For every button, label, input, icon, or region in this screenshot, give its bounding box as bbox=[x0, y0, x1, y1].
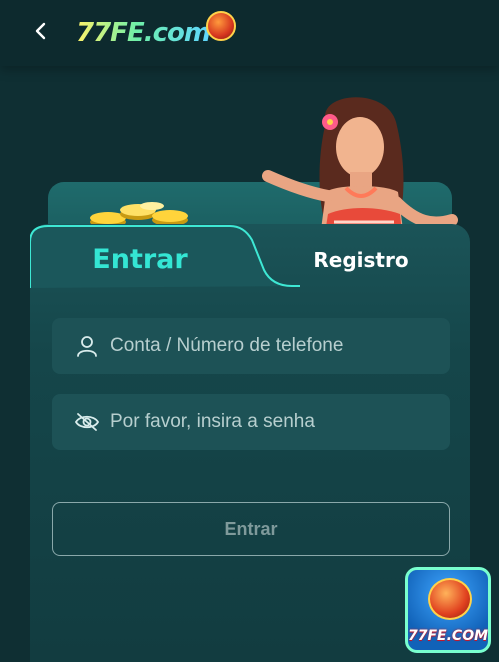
badge-mascot-icon bbox=[428, 578, 472, 620]
tab-register[interactable]: Registro bbox=[298, 238, 424, 282]
logo-text: 77FE.com bbox=[76, 18, 211, 48]
brand-logo: 77FE.com bbox=[76, 11, 236, 54]
login-submit-button[interactable]: Entrar bbox=[52, 502, 450, 556]
account-field[interactable] bbox=[52, 318, 450, 374]
user-icon bbox=[74, 333, 100, 359]
password-field[interactable] bbox=[52, 394, 450, 450]
logo-mascot-icon bbox=[205, 11, 236, 41]
tab-login[interactable]: Entrar bbox=[52, 232, 228, 286]
top-bar: 77FE.com bbox=[0, 0, 499, 66]
back-button[interactable] bbox=[24, 14, 58, 48]
eye-off-icon[interactable] bbox=[74, 409, 100, 435]
chevron-left-icon bbox=[35, 22, 46, 40]
app-download-badge[interactable]: 77FE.COM bbox=[405, 567, 491, 653]
badge-text: 77FE.COM bbox=[408, 628, 489, 644]
account-input[interactable] bbox=[108, 334, 450, 358]
password-input[interactable] bbox=[108, 410, 450, 434]
